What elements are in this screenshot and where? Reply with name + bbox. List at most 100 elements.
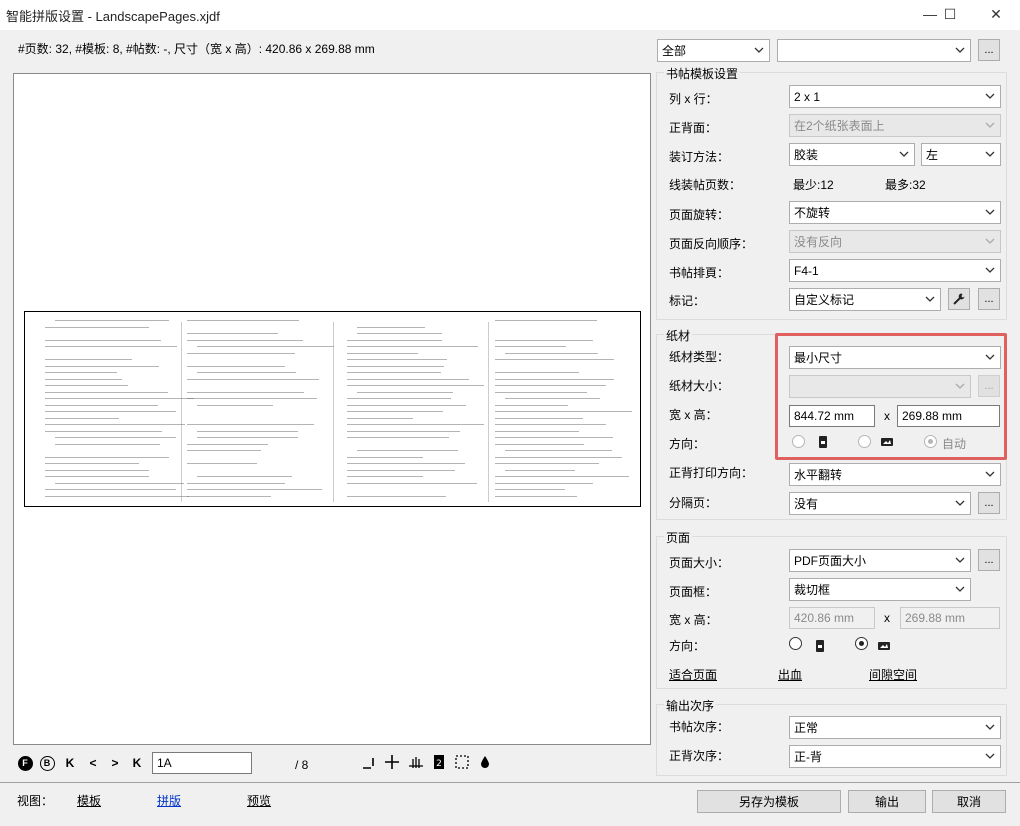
page-height-field[interactable]: 269.88 mm [900,607,1000,629]
fold-scheme-value: F4-1 [794,263,819,278]
media-size-label: 纸材大小： [669,379,730,393]
maximize-button[interactable]: ☐ [930,0,970,28]
page-size-value: PDF页面大小 [794,554,867,568]
chevron-down-icon [954,552,966,568]
text-line [495,424,606,425]
cols-rows-select[interactable]: 2 x 1 [789,85,1001,108]
text-line [45,346,177,347]
text-line [45,404,158,406]
bleed-link[interactable]: 出血 [778,666,802,683]
separator-more-button[interactable]: ... [978,492,1000,514]
register-marks-icon[interactable] [384,754,400,770]
cols-rows-label: 列 x 行： [669,92,718,106]
chevron-down-icon [984,748,996,764]
sides-select[interactable]: 在2个纸张表面上 [789,114,1001,137]
front-side-button[interactable]: F [17,755,33,771]
page-landscape-radio[interactable] [855,637,868,650]
chevron-down-icon [984,117,996,133]
text-line [187,463,257,464]
text-line [347,398,452,399]
text-line [347,359,447,360]
color-bar-icon[interactable] [478,754,492,770]
text-line [187,391,305,393]
chevron-down-icon [924,291,936,307]
item-select[interactable] [777,39,971,62]
work-style-label: 正背打印方向： [669,466,754,480]
back-side-button[interactable]: B [39,755,55,771]
text-line [55,320,169,321]
sig-order-select[interactable]: 正常 [789,716,1001,739]
marks-select[interactable]: 自定义标记 [789,288,941,311]
text-line [347,437,450,438]
text-line [347,346,478,347]
wrench-button[interactable] [948,288,970,310]
chevron-down-icon [984,146,996,162]
text-line [55,437,177,438]
text-line [495,463,599,464]
chevron-down-icon [984,466,996,482]
wrench-icon [953,293,965,305]
crop-marks-icon[interactable] [362,754,378,770]
text-line [45,378,123,380]
collating-marks-icon[interactable]: 2 [432,754,446,770]
text-line [347,417,414,419]
sig-order-value: 正常 [794,721,819,735]
page-frame-icon[interactable] [454,754,470,770]
next-sheet-button[interactable]: > [107,755,123,771]
text-line [495,372,580,373]
fold-scheme-select[interactable]: F4-1 [789,259,1001,282]
marks-label: 标记： [669,294,706,308]
close-button[interactable]: ✕ [976,0,1016,28]
output-button[interactable]: 输出 [848,790,926,813]
text-line [357,450,459,451]
page-box-select[interactable]: 裁切框 [789,578,971,601]
page-size-more-button[interactable]: ... [978,549,1000,571]
reverse-order-select[interactable]: 没有反向 [789,230,1001,253]
sheet-number-field[interactable]: 1A [152,752,252,774]
text-line [495,404,569,406]
fold-marks-icon[interactable] [408,754,424,770]
last-sheet-button[interactable]: K [129,755,145,771]
text-line [187,352,296,354]
scope-select[interactable]: 全部 [657,39,770,62]
document-info: #页数: 32, #模板: 8, #帖数: -, 尺寸（宽 x 高）: 420.… [18,42,375,56]
text-line [505,398,600,399]
first-sheet-button[interactable]: K [62,755,78,771]
prev-sheet-button[interactable]: < [85,755,101,771]
text-line [187,365,286,367]
text-line [187,398,317,399]
cancel-button[interactable]: 取消 [932,790,1006,813]
output-order-group-label: 输出次序 [664,697,717,714]
item-more-button[interactable]: ... [978,39,1000,61]
text-line [55,443,160,445]
rotation-select[interactable]: 不旋转 [789,201,1001,224]
page-portrait-radio[interactable] [789,637,802,650]
marks-more-button[interactable]: ... [978,288,1000,310]
text-line [187,443,268,445]
text-line [197,430,299,432]
page-width-field[interactable]: 420.86 mm [789,607,875,629]
save-as-template-button[interactable]: 另存为模板 [697,790,841,813]
text-line [347,365,444,367]
max-pages: 最多:32 [885,178,926,192]
separator-select[interactable]: 没有 [789,492,971,515]
text-line [347,411,443,412]
binding-side-select[interactable]: 左 [921,143,1001,166]
work-style-select[interactable]: 水平翻转 [789,463,1001,486]
binding-select[interactable]: 胶装 [789,143,915,166]
scope-value: 全部 [662,44,687,58]
text-line [495,378,615,380]
page-size-select[interactable]: PDF页面大小 [789,549,971,572]
tab-preview[interactable]: 预览 [247,792,271,809]
tab-imposition[interactable]: 拼版 [157,792,181,809]
sides-label: 正背面： [669,121,718,135]
tab-template[interactable]: 模板 [77,792,101,809]
text-line [347,456,424,458]
gap-link[interactable]: 间隙空间 [869,666,917,683]
side-order-select[interactable]: 正-背 [789,745,1001,768]
text-line [45,495,189,497]
text-line [495,359,615,360]
text-line [495,495,578,497]
title-bar: 智能拼版设置 - LandscapePages.xjdf — ☐ ✕ [0,0,1020,30]
fit-page-link[interactable]: 适合页面 [669,666,717,683]
